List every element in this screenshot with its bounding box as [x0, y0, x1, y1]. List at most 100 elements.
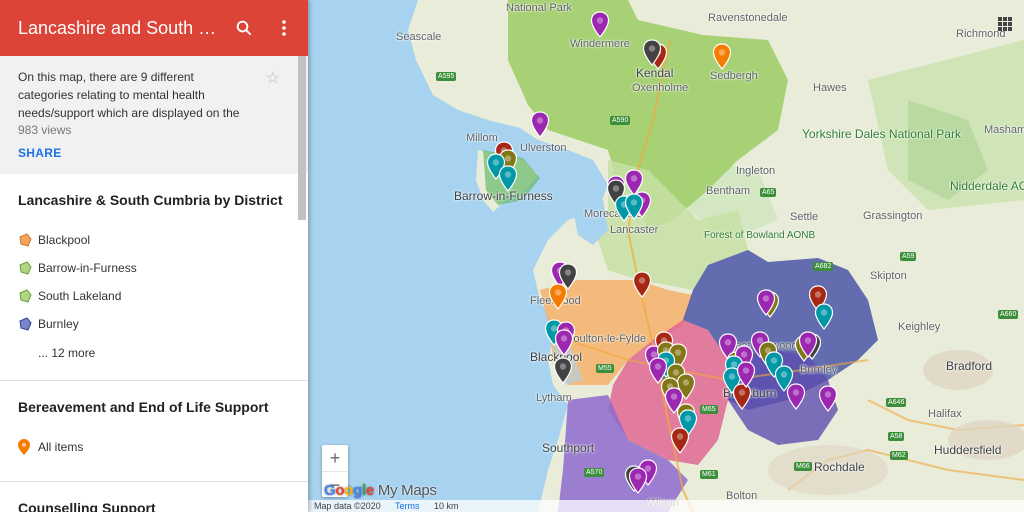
map-marker[interactable] — [548, 283, 568, 310]
place-label: Yorkshire Dales National Park — [802, 127, 961, 141]
map-data-attribution: Map data ©2020 — [314, 501, 381, 511]
place-label: Ingleton — [736, 165, 776, 177]
map-marker[interactable] — [736, 361, 756, 388]
map-marker[interactable] — [814, 303, 834, 330]
legend-item-burnley[interactable]: Burnley — [18, 310, 290, 338]
place-label: Settle — [790, 211, 819, 223]
layer-counselling: Counselling Support — [0, 482, 308, 512]
share-button[interactable]: SHARE — [18, 146, 290, 160]
place-label: Halifax — [928, 408, 962, 420]
star-icon[interactable]: ☆ — [266, 68, 280, 88]
map-pin-icon — [18, 439, 38, 455]
search-icon[interactable] — [224, 8, 264, 48]
map-marker[interactable] — [554, 329, 574, 356]
map-marker[interactable] — [786, 383, 806, 410]
place-label: Huddersfield — [934, 443, 1002, 457]
terms-link[interactable]: Terms — [395, 501, 420, 511]
scale-label: 10 km — [434, 501, 459, 511]
map-marker[interactable] — [670, 427, 690, 454]
road-shield: A660 — [998, 310, 1019, 319]
place-label: Keighley — [898, 321, 941, 333]
legend-item-all-items[interactable]: All items — [18, 433, 290, 461]
place-label: Southport — [542, 441, 595, 455]
map-marker[interactable] — [642, 39, 662, 66]
place-label: Seascale — [396, 31, 442, 43]
map-title: Lancashire and South C... — [18, 17, 218, 38]
map-marker[interactable] — [712, 43, 732, 70]
apps-grid-icon[interactable] — [998, 17, 1012, 31]
place-label: Nidderdale AONB — [950, 179, 1024, 193]
map-description: On this map, there are 9 different categ… — [18, 70, 240, 120]
map-marker[interactable] — [628, 467, 648, 494]
panel-header: Lancashire and South C... — [0, 0, 308, 56]
map-marker[interactable] — [624, 193, 644, 220]
road-shield: A570 — [584, 468, 605, 477]
panel-scrollbar[interactable] — [298, 56, 306, 220]
place-label: Grassington — [863, 210, 923, 222]
layer-bereavement: Bereavement and End of Life Support All … — [0, 381, 308, 482]
map-marker[interactable] — [818, 385, 838, 412]
legend-item-label: Blackpool — [38, 233, 91, 247]
place-label: National Park — [506, 2, 573, 14]
product-name: My Maps — [377, 482, 437, 499]
road-shield: A58 — [888, 432, 905, 441]
layer-districts: Lancashire & South Cumbria by District B… — [0, 174, 308, 381]
google-my-maps-logo: Google My Maps — [324, 482, 437, 499]
legend-item-barrow[interactable]: Barrow-in-Furness — [18, 254, 290, 282]
place-label: Hawes — [813, 82, 847, 94]
map-marker[interactable] — [498, 165, 518, 192]
polygon-icon — [18, 260, 38, 276]
road-shield: M62 — [890, 451, 908, 460]
road-shield: M61 — [700, 470, 718, 479]
place-label: Windermere — [570, 38, 630, 50]
place-label: Millom — [466, 132, 498, 144]
road-shield: A59 — [900, 252, 917, 261]
road-shield: A646 — [886, 398, 907, 407]
map-footer: Map data ©2020 Terms 10 km — [308, 500, 1024, 512]
legend-item-label: Barrow-in-Furness — [38, 261, 137, 275]
road-shield: A590 — [610, 116, 631, 125]
place-label: Bentham — [706, 185, 751, 197]
map-canvas[interactable]: National Park Ravenstonedale Richmond Se… — [308, 0, 1024, 512]
place-label: Burnley — [800, 364, 838, 376]
map-marker[interactable] — [590, 11, 610, 38]
road-shield: M55 — [596, 364, 614, 373]
road-shield: A65 — [760, 188, 777, 197]
place-label: Skipton — [870, 270, 907, 282]
legend-panel: Lancashire and South C... On this map, t… — [0, 0, 308, 512]
layer-title: Bereavement and End of Life Support — [18, 399, 269, 415]
place-label: Ravenstonedale — [708, 12, 788, 24]
layer-title: Counselling Support — [18, 500, 156, 512]
more-vert-icon[interactable] — [264, 8, 304, 48]
map-marker[interactable] — [756, 289, 776, 316]
zoom-in-button[interactable]: + — [322, 445, 348, 471]
map-marker[interactable] — [798, 331, 818, 358]
road-shield: A595 — [436, 72, 457, 81]
road-shield: M66 — [794, 462, 812, 471]
map-marker[interactable] — [553, 357, 573, 384]
more-items-link[interactable]: ... 12 more — [18, 338, 290, 368]
road-shield: M65 — [700, 405, 718, 414]
legend-item-label: Burnley — [38, 317, 79, 331]
polygon-icon — [18, 232, 38, 248]
place-label: Rochdale — [814, 460, 865, 474]
legend-item-label: South Lakeland — [38, 289, 122, 303]
legend-item-label: All items — [38, 440, 84, 454]
polygon-icon — [18, 288, 38, 304]
map-description-box: On this map, there are 9 different categ… — [0, 56, 308, 174]
legend-item-south-lakeland[interactable]: South Lakeland — [18, 282, 290, 310]
place-label: Bradford — [946, 359, 993, 373]
place-label: Sedbergh — [710, 70, 758, 82]
polygon-icon — [18, 316, 38, 332]
layer-title: Lancashire & South Cumbria by District — [18, 192, 283, 208]
map-marker[interactable] — [530, 111, 550, 138]
view-count: 983 views — [18, 123, 72, 137]
place-label: Ulverston — [520, 142, 567, 154]
legend-item-blackpool[interactable]: Blackpool — [18, 226, 290, 254]
place-label: Lytham — [536, 392, 572, 404]
map-marker[interactable] — [632, 271, 652, 298]
place-label: Lancaster — [610, 224, 659, 236]
place-label: Forest of Bowland AONB — [704, 230, 816, 241]
place-label: Poulton-le-Fylde — [566, 333, 647, 345]
place-label: Masham — [984, 124, 1024, 136]
